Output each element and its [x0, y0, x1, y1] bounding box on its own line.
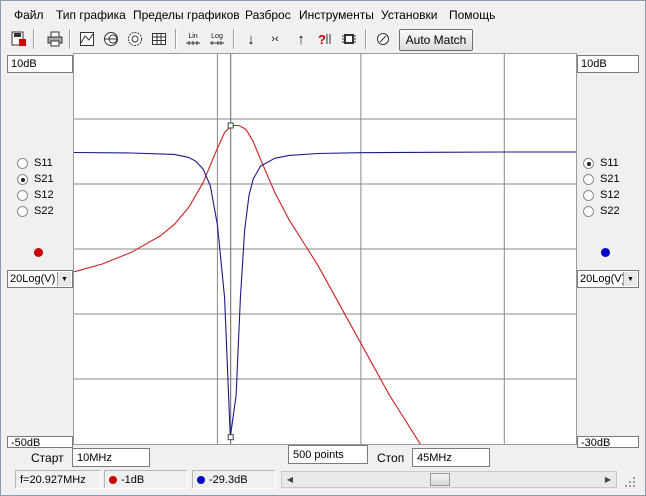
- menu-bar: Файл Тип графика Пределы графиков Разбро…: [2, 5, 644, 25]
- table-icon[interactable]: [149, 29, 169, 49]
- radio-label: S12: [34, 189, 54, 201]
- right-format-select[interactable]: 20Log(V) ▼: [577, 270, 639, 288]
- right-radio-s21[interactable]: S21: [583, 172, 620, 186]
- status-blue-marker: -29.3dB: [192, 470, 276, 489]
- menu-settings[interactable]: Установки: [381, 8, 437, 22]
- menu-help[interactable]: Помощь: [449, 8, 495, 22]
- menu-tools[interactable]: Инструменты: [299, 8, 374, 22]
- radio-label: S22: [34, 205, 54, 217]
- left-radio-s11[interactable]: S11: [17, 156, 53, 170]
- chevron-down-icon: ▼: [623, 272, 637, 286]
- rect-chart-icon[interactable]: [77, 29, 97, 49]
- chip-icon[interactable]: [339, 29, 359, 49]
- left-panel: 10dB S11 S21 S12 S22 20Log(V) ▼ -50dB: [7, 55, 73, 448]
- menu-file[interactable]: Файл: [14, 8, 44, 22]
- trace-s11: [73, 151, 576, 438]
- scroll-right-icon[interactable]: ▶: [600, 472, 616, 487]
- menu-chart-limits[interactable]: Пределы графиков: [133, 8, 240, 22]
- radio-circle: [17, 173, 28, 185]
- start-frequency-input[interactable]: 10MHz: [72, 448, 150, 467]
- left-format-value: 20Log(V): [10, 273, 56, 285]
- frequency-controls: Старт 10MHz 500 points Стоп 45MHz: [1, 445, 646, 469]
- radio-circle: [583, 205, 594, 217]
- right-radio-s12[interactable]: S12: [583, 188, 620, 202]
- red-marker-value: -1dB: [121, 473, 145, 486]
- left-marker-dot: [34, 248, 43, 257]
- radio-label: S11: [600, 157, 619, 169]
- trace-s21: [73, 124, 454, 496]
- status-red-marker: -1dB: [104, 470, 188, 489]
- right-panel: 10dB S11 S21 S12 S22 20Log(V) ▼ -30dB: [577, 55, 639, 448]
- smith-chart-icon[interactable]: [101, 29, 121, 49]
- scroll-left-icon[interactable]: ◀: [282, 472, 298, 487]
- marker-s11: [227, 434, 234, 441]
- start-label: Старт: [31, 451, 64, 465]
- log-label: Log: [211, 32, 223, 40]
- points-count[interactable]: 500 points: [288, 445, 368, 464]
- radio-circle: [583, 189, 594, 201]
- radio-circle: [17, 157, 28, 169]
- resize-grip-icon[interactable]: [621, 473, 637, 489]
- radio-circle: [17, 189, 28, 201]
- chevron-down-icon: ▼: [57, 272, 71, 286]
- toolbar: Lin Log ↓ ›‹ ↑ ?: [5, 27, 643, 53]
- zoom-help-icon[interactable]: ?: [315, 29, 335, 49]
- left-format-select[interactable]: 20Log(V) ▼: [7, 270, 73, 288]
- right-radio-s11[interactable]: S11: [583, 156, 619, 170]
- right-marker-dot: [601, 248, 610, 257]
- polar-chart-icon[interactable]: [125, 29, 145, 49]
- print-icon[interactable]: [45, 29, 65, 49]
- lin-label: Lin: [188, 32, 198, 40]
- status-frequency: f=20.927MHz: [15, 470, 101, 489]
- arrow-up-icon[interactable]: ↑: [291, 29, 311, 49]
- left-top-scale[interactable]: 10dB: [7, 55, 73, 73]
- app-window: Файл Тип графика Пределы графиков Разбро…: [0, 0, 646, 496]
- right-format-value: 20Log(V): [580, 273, 626, 285]
- scroll-thumb[interactable]: [430, 473, 450, 486]
- blue-dot-icon: [197, 475, 205, 484]
- left-radio-s12[interactable]: S12: [17, 188, 54, 202]
- zoom-help-label: ?: [318, 31, 326, 47]
- radio-circle: [583, 157, 594, 169]
- frequency-scrollbar[interactable]: ◀ ▶: [281, 471, 617, 488]
- log-scale-icon[interactable]: Log: [207, 29, 227, 49]
- tune-knob-icon[interactable]: [373, 29, 393, 49]
- right-top-scale[interactable]: 10dB: [577, 55, 639, 73]
- radio-label: S21: [34, 173, 54, 185]
- radio-label: S11: [34, 157, 53, 169]
- radio-label: S12: [600, 189, 620, 201]
- radio-label: S21: [600, 173, 620, 185]
- blue-marker-value: -29.3dB: [209, 473, 248, 486]
- arrow-down-icon[interactable]: ↓: [241, 29, 261, 49]
- marker-s21: [227, 122, 234, 129]
- menu-chart-type[interactable]: Тип графика: [56, 8, 126, 22]
- right-radio-s22[interactable]: S22: [583, 204, 620, 218]
- red-dot-icon: [109, 475, 117, 484]
- left-radio-s22[interactable]: S22: [17, 204, 54, 218]
- auto-match-button[interactable]: Auto Match: [399, 29, 473, 51]
- lin-scale-icon[interactable]: Lin: [183, 29, 203, 49]
- radio-label: S22: [600, 205, 620, 217]
- stop-frequency-input[interactable]: 45MHz: [412, 448, 490, 467]
- save-pdf-icon[interactable]: [9, 29, 29, 49]
- plot-area[interactable]: [73, 53, 577, 496]
- stop-label: Стоп: [377, 451, 405, 465]
- narrow-span-icon[interactable]: ›‹: [265, 29, 285, 49]
- radio-circle: [583, 173, 594, 185]
- radio-circle: [17, 205, 28, 217]
- menu-spread[interactable]: Разброс: [245, 8, 291, 22]
- left-radio-s21[interactable]: S21: [17, 172, 54, 186]
- s-parameter-chart: [73, 54, 576, 496]
